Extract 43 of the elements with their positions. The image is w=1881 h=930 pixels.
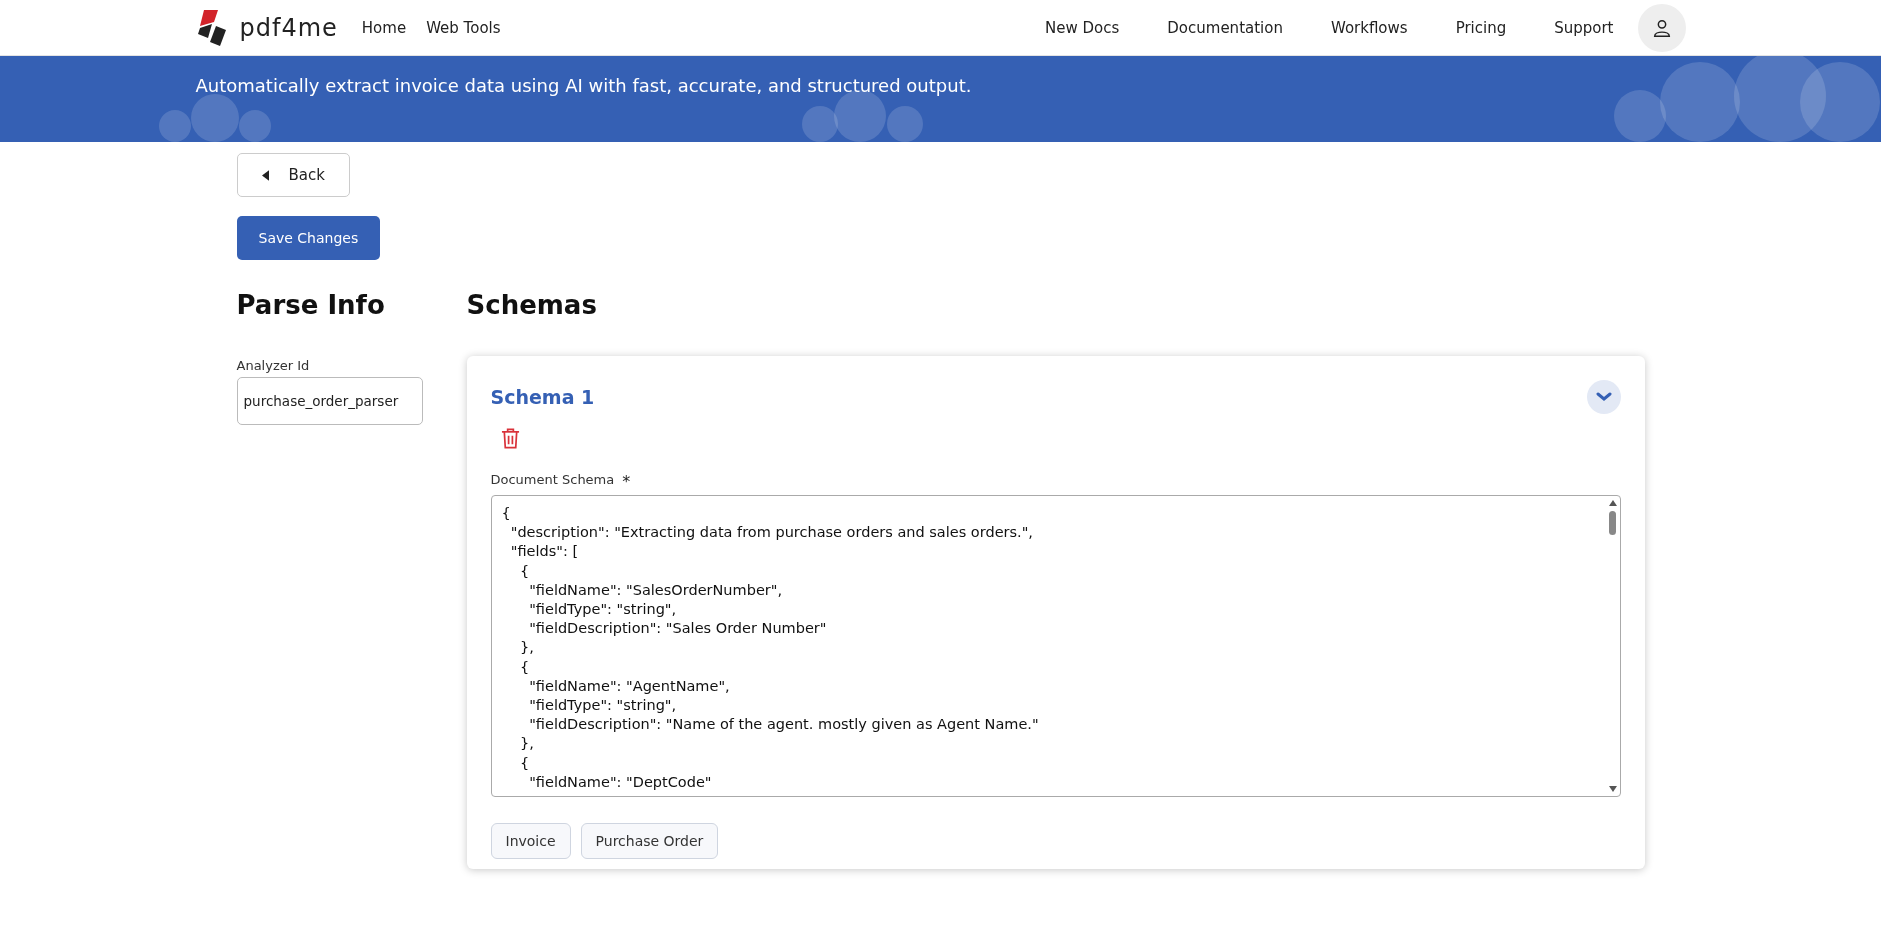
trash-icon <box>500 428 520 449</box>
code-line: { <box>518 561 531 581</box>
template-button[interactable]: Invoice <box>490 823 571 859</box>
schema-title: Schema 1 <box>490 386 595 408</box>
analyzer-id-field[interactable]: purchase_order_parser <box>236 377 423 425</box>
banner-text: Automatically extract invoice data using AI with fast, accurate, and structured output. <box>195 75 972 96</box>
code-line: }, <box>518 734 535 754</box>
code-line: }, <box>518 638 535 658</box>
code-line: { <box>501 504 512 523</box>
code-line: "fieldType": "string", <box>528 696 678 716</box>
chevron-icon <box>1595 392 1612 402</box>
nav-link[interactable]: Workflows <box>1330 18 1408 37</box>
code-line: "fieldName": "AgentName", <box>528 676 731 696</box>
required-mark: * <box>622 472 631 491</box>
caret-icon <box>261 169 269 181</box>
template-button[interactable]: Purchase Order <box>580 823 719 859</box>
scroll-up-icon[interactable] <box>1608 500 1617 506</box>
logo-text[interactable]: pdf4me <box>239 13 338 42</box>
scroll-down-icon[interactable] <box>1608 786 1617 792</box>
section-heading: Schemas <box>466 290 598 322</box>
code-line: { <box>518 657 531 677</box>
section-heading: Parse Info <box>236 290 385 322</box>
code-line: "fieldDescription": "Name of the agent. mostly given as Agent Name." <box>528 715 1040 735</box>
code-line: "fieldName": "SalesOrderNumber", <box>528 580 784 600</box>
code-line: "fieldName": "DeptCode" <box>528 772 713 792</box>
back-button[interactable]: Back <box>236 153 350 197</box>
nav-link[interactable]: New Docs <box>1045 18 1120 37</box>
nav-link[interactable]: Web Tools <box>426 18 501 37</box>
nav-link[interactable]: Documentation <box>1167 18 1283 37</box>
code-line: "description": "Extracting data from purchase orders and sales orders.", <box>509 523 1034 543</box>
save-button[interactable]: Save Changes <box>236 216 381 260</box>
nav-link[interactable]: Home <box>361 18 407 37</box>
nav-link[interactable]: Pricing <box>1455 18 1507 37</box>
code-line: "fieldDescription": "Sales Order Number" <box>528 619 828 639</box>
code-line: "fieldType": "string", <box>528 600 678 619</box>
schema-editor[interactable] <box>490 495 1621 797</box>
code-line: "fields": [ <box>509 542 580 562</box>
code-line: { <box>518 753 531 773</box>
scroll-thumb[interactable] <box>1609 511 1616 535</box>
field-label: Analyzer Id <box>236 358 310 373</box>
collapse-button[interactable] <box>1586 380 1621 414</box>
field-label: Document Schema <box>490 472 615 489</box>
nav-link[interactable]: Support <box>1554 18 1614 37</box>
